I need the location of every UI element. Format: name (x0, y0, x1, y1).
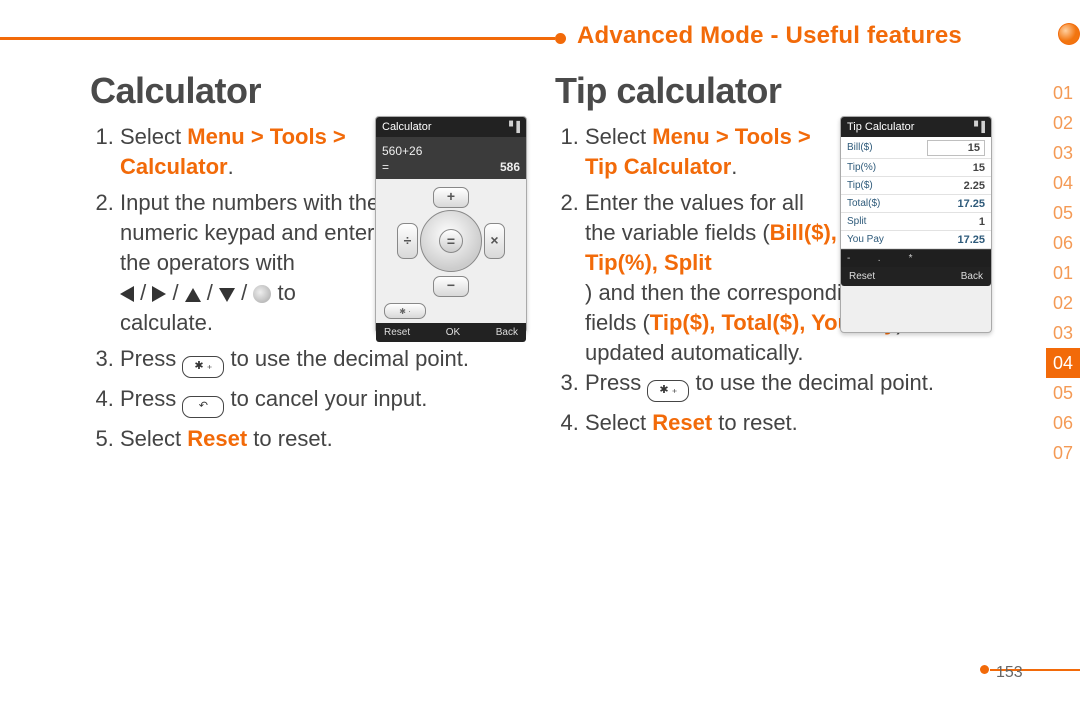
page-number: 153 (996, 664, 1023, 682)
tip-screen-title: Tip Calculator (847, 121, 914, 133)
calc-screen-title: Calculator (382, 121, 432, 133)
minus-button-icon: − (433, 276, 469, 297)
signal-icon: ▝▐ (970, 122, 985, 133)
star-capsule-icon: ✱ · (384, 303, 426, 319)
tip-table: Bill($)15Tip(%)15Tip($)2.25Total($)17.25… (841, 137, 991, 249)
chapter-tab[interactable]: 06 (1046, 408, 1080, 438)
signal-icon: ▝▐ (505, 122, 520, 133)
calculator-heading: Calculator (90, 70, 535, 112)
tip-row: Tip(%)15 (841, 159, 991, 177)
right-arrow-icon (152, 286, 166, 302)
up-arrow-icon (185, 288, 201, 302)
calc-soft-mid: OK (446, 327, 460, 338)
tip-row-value: 17.25 (903, 195, 991, 213)
tip-row-value: 2.25 (903, 177, 991, 195)
tip-row-label: Tip(%) (841, 159, 903, 177)
chapter-tab[interactable]: 02 (1046, 288, 1080, 318)
tip-row-value: 15 (903, 137, 991, 159)
header-dot (555, 33, 566, 44)
chapter-tab[interactable]: 01 (1046, 258, 1080, 288)
calc-step-1: Select Menu > Tools > Calculator. (120, 122, 380, 182)
header-end-blob-highlight (1059, 24, 1079, 44)
chapter-tab[interactable]: 01 (1046, 78, 1080, 108)
tipcalc-step-2a: Enter the values for all the variable fi… (555, 188, 840, 278)
plus-button-icon: + (433, 187, 469, 208)
calc-display: 560+26 =586 (376, 137, 526, 179)
tip-step-2-start: Enter the values for all the variable fi… (585, 188, 840, 278)
calc-step-3: Press ✱ ‌₊ to use the decimal point. (120, 344, 550, 378)
calc-step-4: Press ↶ to cancel your input. (120, 384, 550, 418)
chapter-tab[interactable]: 06 (1046, 228, 1080, 258)
chapter-tab[interactable]: 03 (1046, 318, 1080, 348)
tip-calculator-screenshot: Tip Calculator ▝▐ Bill($)15Tip(%)15Tip($… (840, 116, 992, 333)
header-rule (0, 37, 555, 40)
star-key-icon: ✱ ‌₊ (647, 380, 689, 402)
tip-row-label: Tip($) (841, 177, 903, 195)
chapter-tab[interactable]: 03 (1046, 138, 1080, 168)
chapter-tab[interactable]: 04 (1046, 348, 1080, 378)
tip-row-value: 1 (903, 213, 991, 231)
tip-row-value: 17.25 (903, 231, 991, 249)
tipcalc-step-1: Select Menu > Tools > Tip Calculator. (555, 122, 825, 182)
chapter-tab[interactable]: 02 (1046, 108, 1080, 138)
ok-center-icon (253, 285, 271, 303)
tip-row: You Pay17.25 (841, 231, 991, 249)
down-arrow-icon (219, 288, 235, 302)
tip-row-label: Total($) (841, 195, 903, 213)
tip-row: Split1 (841, 213, 991, 231)
calc-softkeys: Reset OK Back (376, 323, 526, 342)
tip-row-label: You Pay (841, 231, 903, 249)
tip-step-3: Press ✱ ‌₊ to use the decimal point. (585, 368, 1025, 402)
tip-step-1: Select Menu > Tools > Tip Calculator. (585, 122, 825, 182)
calc-keypad: + ÷ = × − ✱ · (376, 179, 526, 323)
back-key-icon: ↶ (182, 396, 224, 418)
tip-softkeys: Reset Back (841, 267, 991, 286)
footer-dot (980, 665, 989, 674)
tipcalc-step-3-4: Press ✱ ‌₊ to use the decimal point. Sel… (555, 368, 1025, 438)
tip-row-label: Split (841, 213, 903, 231)
tip-row: Bill($)15 (841, 137, 991, 159)
tipcalc-heading: Tip calculator (555, 70, 1025, 112)
tip-screen-titlebar: Tip Calculator ▝▐ (841, 117, 991, 137)
nav-wheel-icon: = (420, 210, 482, 272)
tip-row-value: 15 (903, 159, 991, 177)
star-key-icon: ✱ ‌₊ (182, 356, 224, 378)
tip-soft-right: Back (961, 271, 983, 282)
calc-result: 586 (500, 160, 520, 174)
calc-screen-titlebar: Calculator ▝▐ (376, 117, 526, 137)
tip-symbol-row: - . * (841, 249, 991, 267)
tip-row: Total($)17.25 (841, 195, 991, 213)
left-arrow-icon (120, 286, 134, 302)
tip-step-4: Select Reset to reset. (585, 408, 1025, 438)
calc-step-5: Select Reset to reset. (120, 424, 550, 454)
calc-input: 560+26 (382, 144, 422, 158)
equals-button-icon: = (439, 229, 463, 253)
chapter-tab[interactable]: 04 (1046, 168, 1080, 198)
chapter-tab[interactable]: 07 (1046, 438, 1080, 468)
tip-soft-left: Reset (849, 271, 875, 282)
calculator-screenshot: Calculator ▝▐ 560+26 =586 + ÷ = × − ✱ · … (375, 116, 527, 333)
calc-soft-right: Back (496, 327, 518, 338)
calc-soft-left: Reset (384, 327, 410, 338)
tip-row-label: Bill($) (841, 137, 903, 159)
tip-row: Tip($)2.25 (841, 177, 991, 195)
calc-step-2: Input the numbers with the numeric keypa… (120, 188, 380, 338)
chapter-tab[interactable]: 05 (1046, 378, 1080, 408)
section-title: Advanced Mode - Useful features (577, 22, 962, 50)
calculator-step-3-5: Press ✱ ‌₊ to use the decimal point. Pre… (90, 344, 550, 454)
calculator-step-1-2: Select Menu > Tools > Calculator. Input … (90, 122, 380, 338)
chapter-tab[interactable]: 05 (1046, 198, 1080, 228)
divide-button-icon: ÷ (397, 223, 418, 259)
multiply-button-icon: × (484, 223, 505, 259)
chapter-tabs: 01020304050601020304050607 (1046, 78, 1080, 468)
